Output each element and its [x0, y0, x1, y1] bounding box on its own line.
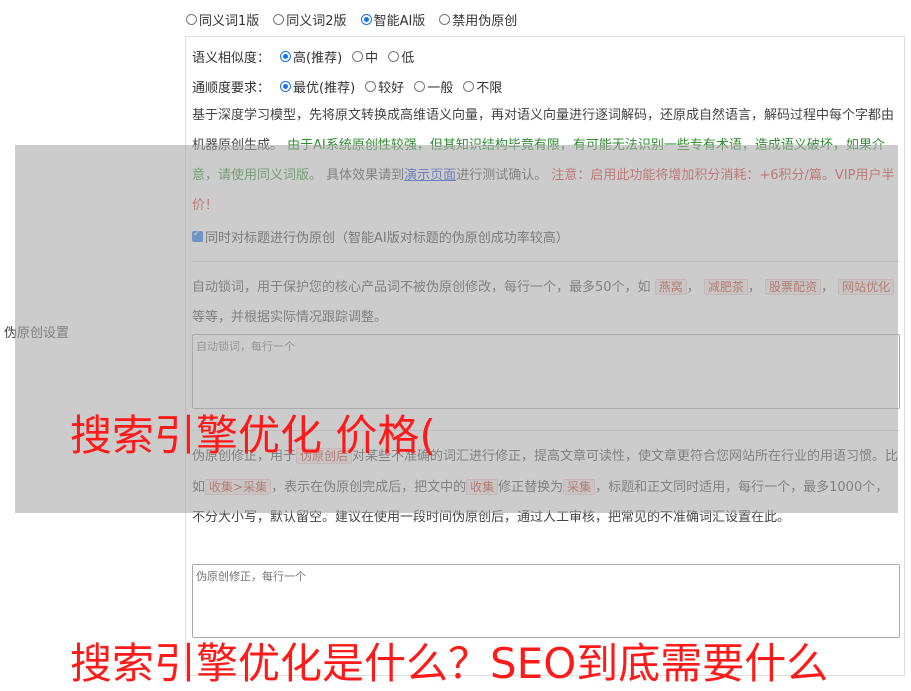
radio-icon[interactable] [365, 81, 377, 92]
example-tag: 燕窝 [654, 279, 687, 295]
overlay-heading: 搜索引擎优化 价格( [70, 411, 436, 460]
overlay-heading-bottom: 搜索引擎优化是什么？SEO到底需要什么 [70, 639, 829, 688]
example-tag: 收集 [466, 479, 499, 495]
mode-option-synonym2[interactable]: 同义词2版 [273, 10, 347, 29]
radio-icon[interactable] [352, 51, 364, 62]
demo-page-link[interactable]: 演示页面 [404, 168, 456, 183]
fluency-row: 通顺度要求： 最优(推荐) 较好 一般 不限 [192, 77, 502, 96]
radio-icon[interactable] [273, 14, 285, 25]
mode-option-ai[interactable]: 智能AI版 [360, 10, 425, 29]
example-tag: 减肥茶 [703, 279, 748, 295]
section-label: 伪原创设置 [4, 326, 70, 341]
example-tag: 收集>采集 [205, 479, 272, 495]
similarity-high[interactable]: 高(推荐) [280, 47, 342, 66]
radio-icon[interactable] [388, 51, 400, 62]
example-tag: 采集 [563, 479, 596, 495]
divider [192, 261, 900, 262]
fluency-normal[interactable]: 一般 [414, 77, 453, 96]
example-tag: 股票配资 [765, 279, 822, 295]
fluency-good[interactable]: 较好 [365, 77, 404, 96]
example-tag: 网站优化 [838, 279, 895, 295]
similarity-low[interactable]: 低 [388, 47, 414, 66]
checkbox-checked-icon[interactable] [192, 229, 203, 242]
mode-option-synonym1[interactable]: 同义词1版 [186, 10, 259, 29]
similarity-row: 语义相似度： 高(推荐) 中 低 [192, 47, 414, 66]
radio-icon[interactable] [414, 81, 426, 92]
radio-selected-icon[interactable] [280, 81, 292, 92]
correction-input[interactable] [192, 564, 900, 638]
lock-words-description: 自动锁词，用于保护您的核心产品词不被伪原创修改，每行一个，最多50个，如 燕窝，… [192, 272, 900, 333]
mode-option-disable[interactable]: 禁用伪原创 [439, 10, 517, 29]
radio-icon[interactable] [463, 81, 475, 92]
title-checkbox-row[interactable]: 同时对标题进行伪原创（智能AI版对标题的伪原创成功率较高） [192, 227, 569, 246]
ai-description: 基于深度学习模型，先将原文转换成高维语义向量，再对语义向量进行逐词解码，还原成自… [192, 108, 895, 213]
similarity-medium[interactable]: 中 [352, 47, 378, 66]
mode-radio-group: 同义词1版 同义词2版 智能AI版 禁用伪原创 [186, 10, 517, 29]
fluency-any[interactable]: 不限 [463, 77, 502, 96]
radio-selected-icon[interactable] [280, 51, 292, 62]
radio-icon[interactable] [439, 14, 451, 25]
lock-words-input[interactable] [192, 334, 900, 409]
fluency-best[interactable]: 最优(推荐) [280, 77, 355, 96]
radio-selected-icon[interactable] [360, 14, 372, 25]
radio-icon[interactable] [186, 14, 197, 25]
